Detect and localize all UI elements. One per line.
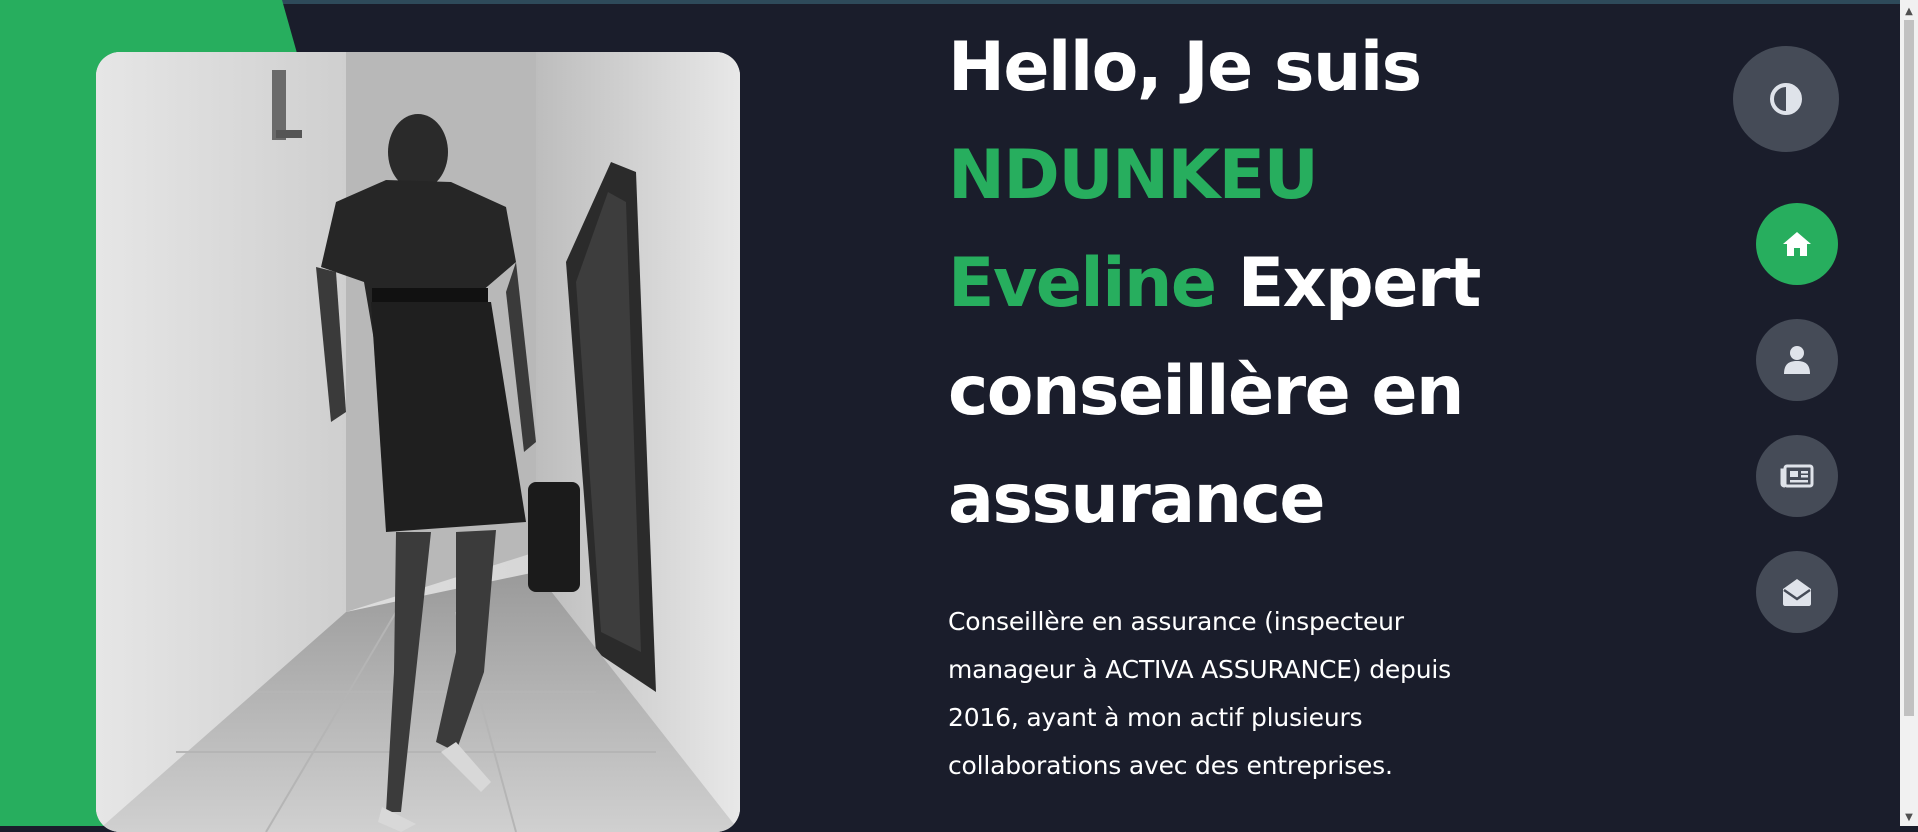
scroll-down-arrow-icon[interactable]: ▼ <box>1900 810 1918 826</box>
hero-role-line2: conseillère en <box>948 352 1464 431</box>
browser-top-edge <box>0 0 1918 4</box>
hero-greeting: Hello, Je suis <box>948 28 1422 107</box>
nav-portfolio-button[interactable] <box>1756 435 1838 517</box>
hero-role-line3: assurance <box>948 460 1326 539</box>
newspaper-icon <box>1780 464 1814 488</box>
theme-toggle-button[interactable] <box>1733 46 1839 152</box>
nav-about-button[interactable] <box>1756 319 1838 401</box>
scrollbar-thumb[interactable] <box>1904 20 1914 716</box>
hero-first-name: NDUNKEU <box>948 136 1319 215</box>
profile-photo <box>96 52 740 832</box>
scroll-up-arrow-icon[interactable]: ▲ <box>1900 4 1918 20</box>
hero-title: Hello, Je suis NDUNKEU Eveline Expert conse… <box>948 14 1508 554</box>
hero-description: Conseillère en assurance (inspecteur man… <box>948 607 1451 780</box>
envelope-open-icon <box>1783 579 1811 606</box>
vertical-scrollbar[interactable]: ▲ ▼ <box>1900 0 1918 826</box>
nav-contact-button[interactable] <box>1756 551 1838 633</box>
hero-last-name: Eveline <box>948 244 1217 323</box>
user-icon <box>1784 346 1810 374</box>
house-icon <box>1783 232 1811 256</box>
hero-role-line1: Expert <box>1237 244 1482 323</box>
hero-section: Hello, Je suis NDUNKEU Eveline Expert conse… <box>948 14 1508 790</box>
half-circle-contrast-icon <box>1770 83 1802 115</box>
nav-home-button[interactable] <box>1756 203 1838 285</box>
